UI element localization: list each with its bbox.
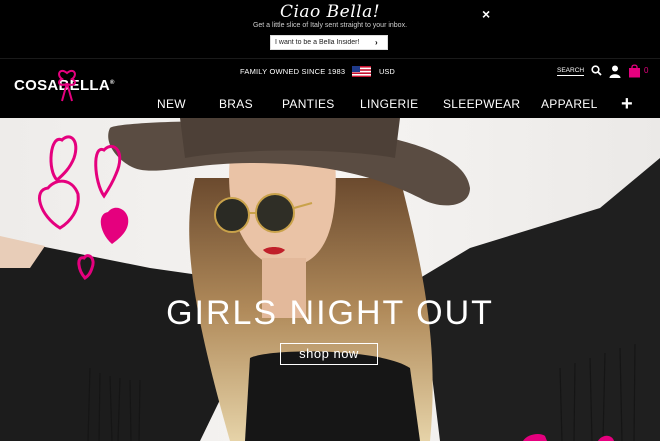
- family-owned-tagline: FAMILY OWNED SINCE 1983: [240, 67, 346, 76]
- registered-mark: ®: [110, 80, 115, 86]
- hero-photo: [0, 118, 660, 441]
- nav-sleepwear[interactable]: SLEEPWEAR: [443, 97, 520, 111]
- hero-banner[interactable]: GIRLS NIGHT OUT shop now: [0, 118, 660, 441]
- hero-title: GIRLS NIGHT OUT: [166, 294, 494, 332]
- cart-count: 0: [644, 66, 649, 75]
- nav-panties[interactable]: PANTIES: [282, 97, 335, 111]
- shop-now-button[interactable]: shop now: [280, 343, 378, 365]
- nav-apparel[interactable]: APPAREL: [541, 97, 598, 111]
- site-header: COSABELLA® FAMILY OWNED SINCE 1983 USD S…: [0, 58, 660, 118]
- currency-selector[interactable]: USD: [379, 67, 395, 76]
- us-flag-icon[interactable]: [352, 66, 371, 77]
- newsletter-signup: ›: [270, 35, 388, 50]
- nav-new[interactable]: NEW: [157, 97, 186, 111]
- main-navigation: NEW BRAS PANTIES LINGERIE SLEEPWEAR APPA…: [0, 94, 660, 114]
- shopping-bag-icon[interactable]: [628, 64, 641, 78]
- newsletter-submit-button[interactable]: ›: [375, 38, 378, 47]
- promo-headline: Ciao Bella!: [279, 2, 381, 22]
- promo-subtext: Get a little slice of Italy sent straigh…: [252, 22, 408, 29]
- search-link[interactable]: SEARCH: [557, 67, 585, 76]
- nav-bras[interactable]: BRAS: [219, 97, 253, 111]
- newsletter-input[interactable]: [275, 39, 375, 46]
- account-icon[interactable]: [609, 65, 621, 78]
- close-promo-button[interactable]: ×: [482, 6, 490, 22]
- nav-more-button[interactable]: +: [621, 94, 633, 114]
- nav-lingerie[interactable]: LINGERIE: [360, 97, 418, 111]
- search-icon[interactable]: [591, 65, 602, 76]
- promo-banner: Ciao Bella! Get a little slice of Italy …: [0, 0, 660, 58]
